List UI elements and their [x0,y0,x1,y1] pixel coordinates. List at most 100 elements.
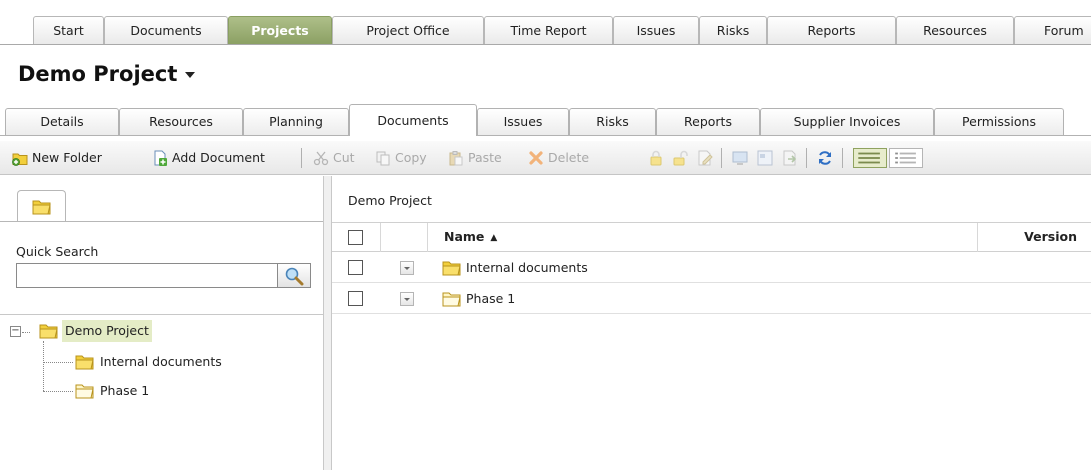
edit-document-icon[interactable] [696,149,714,167]
folder-panel: Quick Search − Demo Project Internal doc… [0,176,323,470]
column-separator [427,223,428,252]
top-navigation: Start Documents Projects Project Office … [0,0,1091,48]
copy-button[interactable]: Copy [373,147,427,169]
project-title-dropdown[interactable]: Demo Project [18,62,196,86]
nav-tab-documents[interactable]: Documents [104,16,228,45]
paste-button[interactable]: Paste [446,147,502,169]
tree-node-demo-project[interactable]: Demo Project [62,320,152,342]
row-name-link[interactable]: Internal documents [466,260,588,275]
cut-button[interactable]: Cut [311,147,355,169]
tab-details[interactable]: Details [5,108,119,135]
row-checkbox[interactable] [348,260,363,275]
details-view-toggle[interactable] [889,148,923,168]
tab-risks[interactable]: Risks [569,108,656,135]
quick-search-input[interactable] [16,263,278,288]
row-checkbox[interactable] [348,291,363,306]
tab-reports[interactable]: Reports [656,108,760,135]
sub-tabs-baseline [0,135,1091,136]
nav-tab-time-report[interactable]: Time Report [484,16,613,45]
grid-header: Name ▲ Version [332,222,1091,252]
nav-tab-reports[interactable]: Reports [767,16,896,45]
add-document-button[interactable]: Add Document [150,147,265,169]
tree-connector [43,362,73,363]
monitor-icon[interactable] [731,149,749,167]
toolbar-separator [806,148,807,168]
toolbar-separator [301,148,302,168]
panel-divider [0,314,323,315]
folder-icon [442,261,461,276]
tree-connector [43,341,44,391]
nav-tab-forum[interactable]: Forum [1014,16,1091,45]
add-document-label: Add Document [172,150,265,165]
nav-tab-project-office[interactable]: Project Office [332,16,484,45]
row-actions-dropdown[interactable] [400,292,414,306]
cut-label: Cut [333,150,355,165]
folder-icon [75,355,94,370]
export-icon[interactable] [781,149,799,167]
breadcrumb: Demo Project [348,193,432,208]
table-row[interactable]: Phase 1 [332,284,1091,314]
nav-tab-resources[interactable]: Resources [896,16,1014,45]
nav-tab-projects[interactable]: Projects [228,16,332,45]
tab-issues[interactable]: Issues [477,108,569,135]
project-sub-tabs: Details Resources Planning Issues Risks … [0,103,1091,140]
column-name-label: Name [444,229,485,244]
copy-label: Copy [395,150,427,165]
folder-icon [32,200,51,215]
delete-x-icon [529,151,543,165]
nav-baseline [0,44,1091,45]
tab-planning[interactable]: Planning [243,108,349,135]
select-all-checkbox[interactable] [348,230,363,245]
new-folder-label: New Folder [32,150,102,165]
details-view-icon [895,152,916,164]
tab-resources[interactable]: Resources [119,108,243,135]
copy-icon [376,151,390,166]
properties-icon[interactable] [756,149,774,167]
paste-icon [449,151,463,166]
new-folder-button[interactable]: New Folder [10,147,102,169]
tree-connector [43,391,73,392]
column-separator [380,223,381,252]
unlock-icon[interactable] [671,149,689,167]
project-title: Demo Project [18,62,178,86]
tab-permissions[interactable]: Permissions [934,108,1064,135]
quick-search-button[interactable] [278,263,311,288]
search-icon [285,267,304,286]
folder-outline-icon [75,384,94,399]
delete-label: Delete [548,150,590,165]
paste-label: Paste [468,150,502,165]
column-header-version[interactable]: Version [1024,229,1077,244]
tree-connector [22,332,30,333]
document-list-panel: Demo Project Name ▲ Version Internal docu… [332,176,1091,470]
tab-documents[interactable]: Documents [349,104,477,136]
list-view-toggle[interactable] [853,148,887,168]
toolbar-separator [721,148,722,168]
lock-icon[interactable] [647,149,665,167]
add-document-icon [154,150,167,166]
toolbar-separator [842,148,843,168]
folders-tab[interactable] [17,190,66,222]
nav-tab-start[interactable]: Start [33,16,104,45]
column-header-name[interactable]: Name ▲ [444,229,497,244]
table-row[interactable]: Internal documents [332,253,1091,283]
sort-ascending-icon: ▲ [490,233,498,243]
nav-tab-risks[interactable]: Risks [699,16,767,45]
delete-button[interactable]: Delete [526,147,589,169]
refresh-icon[interactable] [816,149,834,167]
folder-outline-icon [442,292,461,307]
list-view-icon [858,152,880,164]
document-toolbar: New Folder Add Document Cut Copy Paste D… [0,141,1091,175]
row-name-link[interactable]: Phase 1 [466,291,515,306]
tab-supplier-invoices[interactable]: Supplier Invoices [760,108,934,135]
row-actions-dropdown[interactable] [400,261,414,275]
tree-collapse-toggle[interactable]: − [10,326,21,337]
panel-splitter[interactable] [323,176,332,470]
caret-down-icon [185,72,196,78]
tree-node-phase-1[interactable]: Phase 1 [100,380,149,402]
nav-tab-issues[interactable]: Issues [613,16,699,45]
new-folder-icon [12,153,28,166]
folder-icon [39,324,58,339]
scissors-icon [313,151,329,166]
column-separator [977,223,978,252]
tree-node-internal-documents[interactable]: Internal documents [100,351,222,373]
